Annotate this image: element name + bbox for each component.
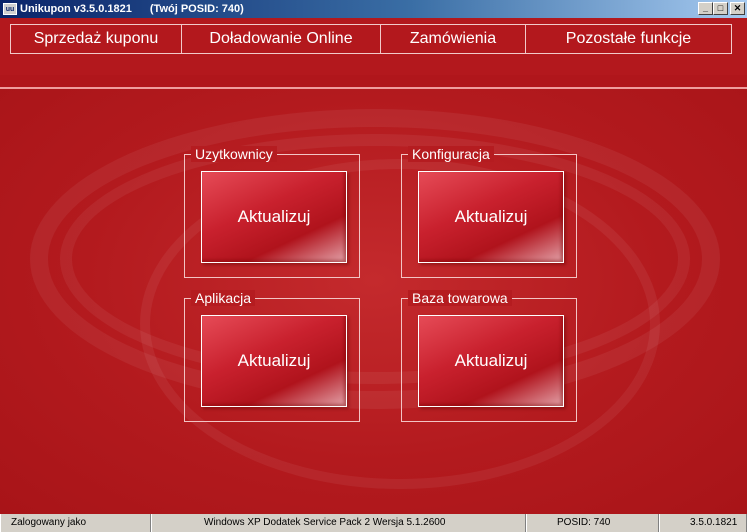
update-products-button[interactable]: Aktualizuj — [418, 315, 564, 407]
group-baza-towarowa: Baza towarowa Aktualizuj — [401, 290, 577, 422]
main-menu: Sprzedaż kuponu Doładowanie Online Zamów… — [0, 18, 747, 75]
title-bar: uu Unikupon v3.5.0.1821 (Twój POSID: 740… — [0, 0, 747, 18]
window-title: Unikupon v3.5.0.1821 — [20, 3, 132, 15]
minimize-icon[interactable]: _ — [698, 2, 713, 15]
group-title: Baza towarowa — [408, 290, 512, 306]
status-os: Windows XP Dodatek Service Pack 2 Wersja… — [151, 514, 526, 532]
group-aplikacja: Aplikacja Aktualizuj — [184, 290, 360, 422]
status-posid: POSID: 740 — [526, 514, 659, 532]
app-logo-icon: uu — [3, 3, 17, 15]
window-controls: _ □ ✕ — [698, 2, 745, 15]
status-logged-user: Zalogowany jako — [0, 514, 151, 532]
group-title: Uzytkownicy — [191, 146, 277, 162]
group-uzytkownicy: Uzytkownicy Aktualizuj — [184, 146, 360, 278]
menu-sprzedaz-kuponu[interactable]: Sprzedaż kuponu — [10, 24, 182, 54]
group-title: Konfiguracja — [408, 146, 494, 162]
menu-pozostale-funkcje[interactable]: Pozostałe funkcje — [526, 24, 732, 54]
group-title: Aplikacja — [191, 290, 256, 306]
close-icon[interactable]: ✕ — [730, 2, 745, 15]
status-version: 3.5.0.1821 — [659, 514, 747, 532]
menu-zamowienia[interactable]: Zamówienia — [381, 24, 526, 54]
group-konfiguracja: Konfiguracja Aktualizuj — [401, 146, 577, 278]
posid-label: (Twój POSID: 740) — [149, 3, 244, 15]
update-users-button[interactable]: Aktualizuj — [201, 171, 347, 263]
maximize-icon[interactable]: □ — [713, 2, 728, 15]
update-config-button[interactable]: Aktualizuj — [418, 171, 564, 263]
menu-doladowanie-online[interactable]: Doładowanie Online — [182, 24, 381, 54]
status-bar: Zalogowany jako Windows XP Dodatek Servi… — [0, 514, 747, 532]
update-app-button[interactable]: Aktualizuj — [201, 315, 347, 407]
main-panel: Uzytkownicy Aktualizuj Konfiguracja Aktu… — [0, 89, 747, 514]
